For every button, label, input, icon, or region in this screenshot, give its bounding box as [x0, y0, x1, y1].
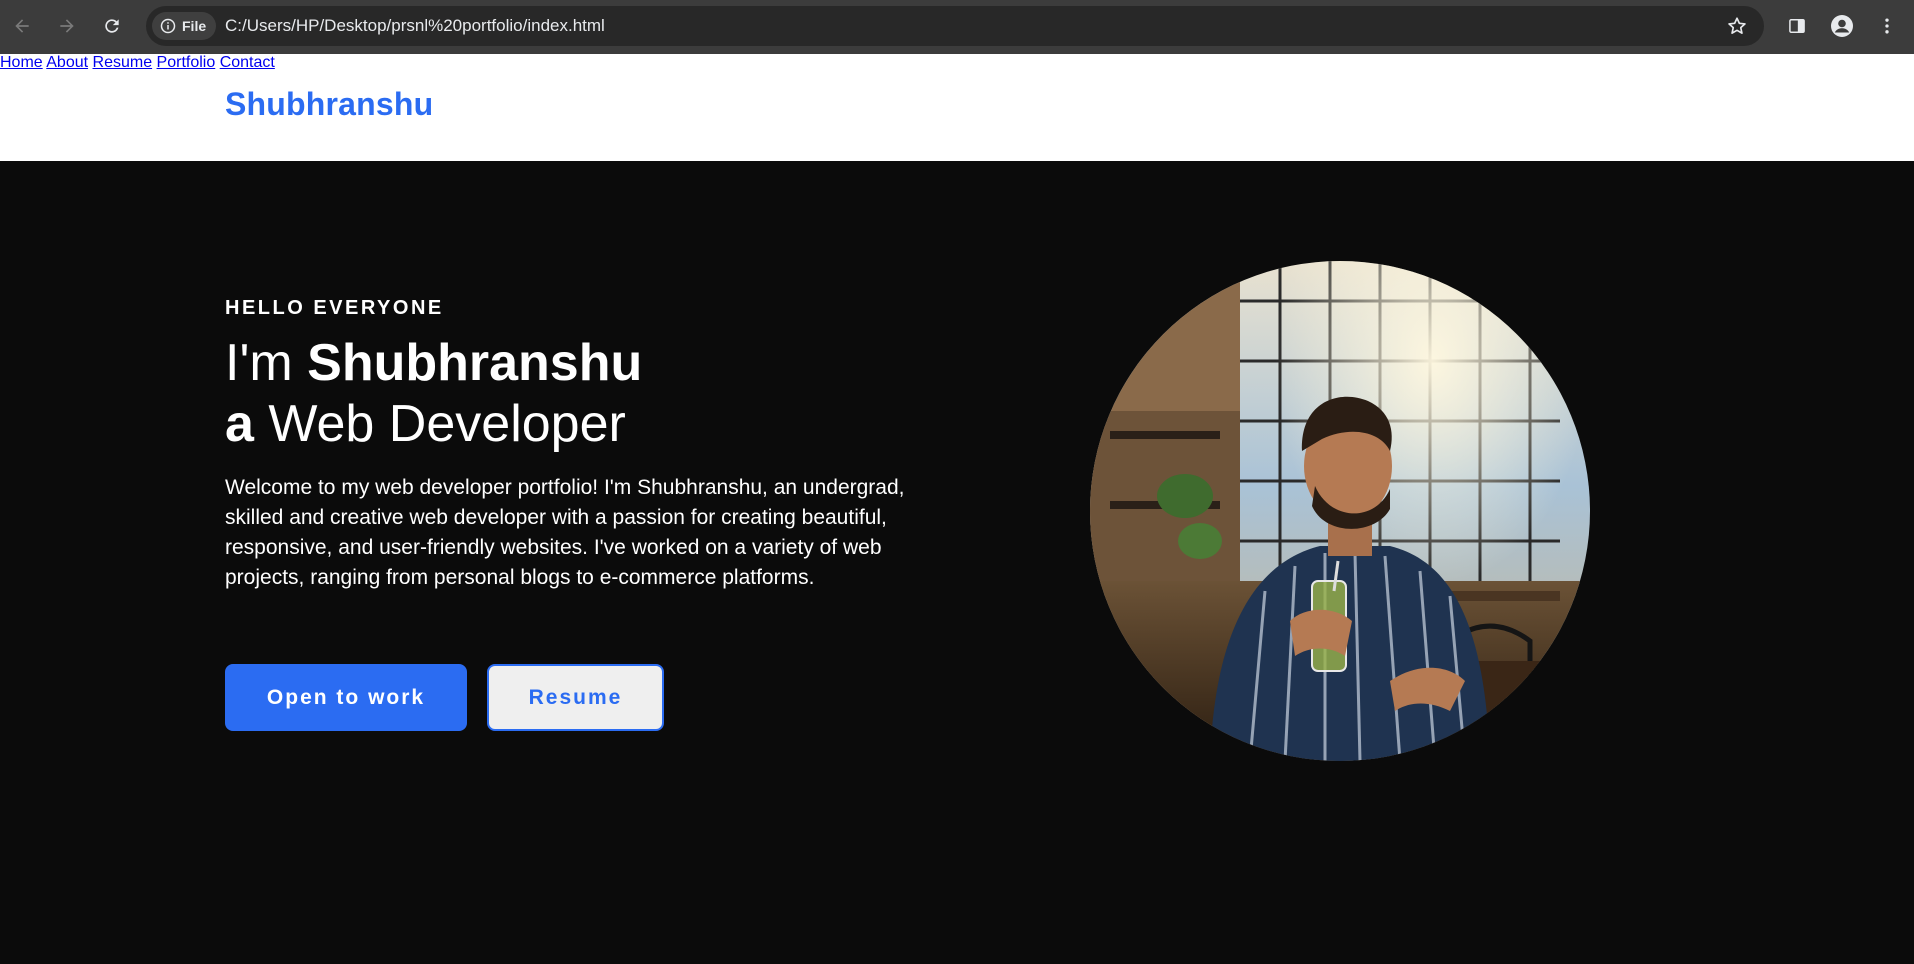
open-to-work-button[interactable]: Open to work: [225, 664, 467, 731]
sidepanel-icon[interactable]: [1784, 13, 1810, 39]
nav-home[interactable]: Home: [0, 54, 43, 71]
forward-icon[interactable]: [54, 13, 80, 39]
headline-name: Shubhranshu: [307, 334, 643, 392]
file-chip-label: File: [182, 18, 207, 34]
hero-eyebrow: HELLO EVERYONE: [225, 297, 444, 319]
headline-article: a: [225, 395, 254, 453]
nav-resume[interactable]: Resume: [93, 54, 153, 71]
headline-prefix: I'm: [225, 334, 308, 392]
site-header: Shubhranshu Home About Resume Portfolio …: [0, 54, 1914, 161]
browser-toolbar: File C:/Users/HP/Desktop/prsnl%20portfol…: [0, 0, 1914, 54]
reload-icon[interactable]: [99, 13, 125, 39]
hero-intro: Welcome to my web developer portfolio! I…: [225, 476, 905, 589]
url-text[interactable]: C:/Users/HP/Desktop/prsnl%20portfolio/in…: [225, 16, 605, 36]
headline-role: Web Developer: [253, 395, 626, 453]
address-bar[interactable]: File C:/Users/HP/Desktop/prsnl%20portfol…: [146, 6, 1764, 46]
nav-contact[interactable]: Contact: [220, 54, 275, 71]
profile-icon[interactable]: [1829, 13, 1855, 39]
menu-dots-icon[interactable]: [1874, 13, 1900, 39]
resume-button[interactable]: Resume: [487, 664, 664, 731]
nav-about[interactable]: About: [46, 54, 88, 71]
info-icon: [160, 18, 176, 34]
nav-portfolio[interactable]: Portfolio: [157, 54, 216, 71]
hero-section: HELLO EVERYONE I'm Shubhranshu a Web Dev…: [0, 161, 1914, 964]
hero-headline: I'm Shubhranshu a Web Developer: [225, 333, 642, 455]
site-info-chip[interactable]: File: [152, 12, 217, 40]
main-nav: Home About Resume Portfolio Contact: [0, 54, 1914, 72]
star-icon[interactable]: [1726, 15, 1748, 37]
profile-photo: [1090, 261, 1590, 761]
site-logo[interactable]: Shubhranshu: [225, 86, 433, 123]
back-icon[interactable]: [9, 13, 35, 39]
